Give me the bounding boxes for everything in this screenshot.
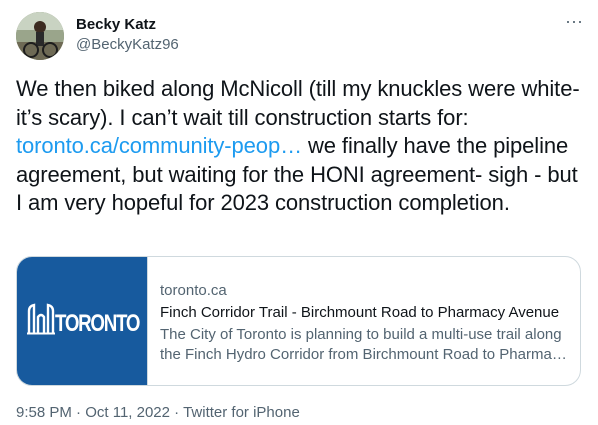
avatar[interactable] — [16, 12, 64, 60]
card-description-line-1: The City of Toronto is planning to build… — [160, 326, 562, 343]
card-description-line-2: the Finch Hydro Corridor from Birchmount… — [160, 346, 567, 363]
tweet-date[interactable]: Oct 11, 2022 — [85, 404, 170, 421]
more-horizontal-icon[interactable]: ··· — [562, 12, 586, 34]
card-image: TORONTO — [17, 257, 148, 385]
card-info: toronto.ca Finch Corridor Trail - Birchm… — [160, 281, 570, 365]
card-description: The City of Toronto is planning to build… — [160, 325, 570, 365]
meta-separator-2: · — [174, 404, 180, 421]
author-display-name[interactable]: Becky Katz — [76, 15, 179, 35]
tweet-text-part-1: We then biked along McNicoll (till my kn… — [16, 76, 580, 130]
author-handle[interactable]: @BeckyKatz96 — [76, 35, 179, 55]
link-preview-card[interactable]: TORONTO toronto.ca Finch Corridor Trail … — [16, 256, 581, 386]
author-names: Becky Katz @BeckyKatz96 — [76, 15, 179, 55]
tweet-text: We then biked along McNicoll (till my kn… — [16, 75, 582, 218]
tweet-source[interactable]: Twitter for iPhone — [183, 404, 300, 421]
city-hall-logo-icon — [27, 303, 55, 335]
tweet: Becky Katz @BeckyKatz96 ··· We then bike… — [0, 0, 598, 425]
card-title: Finch Corridor Trail - Birchmount Road t… — [160, 304, 560, 321]
meta-separator: · — [76, 404, 82, 421]
avatar-photo — [16, 12, 64, 60]
tweet-header: Becky Katz @BeckyKatz96 ··· — [16, 12, 586, 62]
tweet-time[interactable]: 9:58 PM — [16, 404, 72, 421]
tweet-meta: 9:58 PM · Oct 11, 2022 · Twitter for iPh… — [16, 403, 300, 423]
card-domain: toronto.ca — [160, 282, 227, 299]
toronto-logo-text: TORONTO — [55, 310, 140, 337]
tweet-link[interactable]: toronto.ca/community-peop… — [16, 133, 302, 158]
